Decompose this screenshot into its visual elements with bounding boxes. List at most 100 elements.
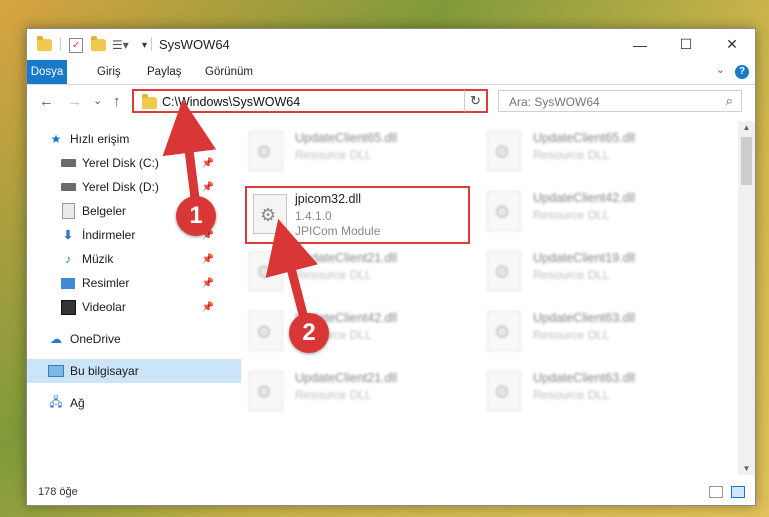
- file-type: Resource DLL: [533, 148, 610, 162]
- minimize-button[interactable]: —: [617, 29, 663, 60]
- file-type: Resource DLL: [295, 148, 372, 162]
- address-bar[interactable]: C:\Windows\SysWOW64 ⌄: [132, 89, 485, 113]
- list-item[interactable]: UpdateClient65.dll Resource DLL: [249, 127, 469, 177]
- dll-file-icon: [487, 371, 521, 411]
- explorer-window: ✓ ☰▾ ▾ SysWOW64 — ☐ ✕ Dosya Giriş Paylaş…: [26, 28, 756, 506]
- file-list: UpdateClient65.dll Resource DLL UpdateCl…: [223, 123, 735, 475]
- document-icon: [60, 203, 76, 219]
- list-item[interactable]: UpdateClient65.dll Resource DLL: [487, 127, 707, 177]
- file-name: UpdateClient42.dll: [533, 191, 636, 205]
- details-view-icon[interactable]: [709, 486, 723, 498]
- list-item[interactable]: UpdateClient63.dll Resource DLL: [487, 367, 707, 417]
- search-input[interactable]: [507, 94, 711, 110]
- file-name: UpdateClient21.dll: [295, 251, 398, 265]
- tab-gorunum[interactable]: Görünüm: [195, 60, 263, 84]
- pin-icon[interactable]: 📌: [202, 254, 214, 265]
- dll-file-icon: [487, 131, 521, 171]
- star-icon: ★: [50, 132, 62, 146]
- sidebar-item-label: İndirmeler: [82, 228, 136, 242]
- recent-locations-button[interactable]: ⌄: [93, 94, 102, 107]
- file-description: JPICom Module: [295, 224, 381, 238]
- scroll-down-icon[interactable]: ▼: [738, 464, 755, 473]
- callout-badge-2: 2: [289, 313, 329, 353]
- tab-dosya[interactable]: Dosya: [27, 60, 67, 84]
- forward-button[interactable]: →: [67, 93, 82, 110]
- close-button[interactable]: ✕: [709, 29, 755, 60]
- dll-file-icon: [249, 131, 283, 171]
- sidebar-item-network[interactable]: 🖧 Ağ: [27, 391, 241, 415]
- item-count: 178 öğe: [38, 486, 78, 498]
- highlighted-file-item[interactable]: jpicom32.dll 1.4.1.0 JPICom Module: [245, 186, 470, 244]
- pin-icon[interactable]: 📌: [202, 158, 214, 169]
- file-type: Resource DLL: [533, 208, 610, 222]
- properties-icon[interactable]: ✓: [69, 37, 83, 53]
- list-item[interactable]: UpdateClient19.dll Resource DLL: [487, 247, 707, 297]
- customize-quick-access-icon[interactable]: ☰▾: [112, 37, 129, 53]
- file-name: jpicom32.dll: [295, 192, 362, 206]
- dll-file-icon: [249, 311, 283, 351]
- download-icon: ⬇: [62, 228, 74, 242]
- sidebar-item-label: Yerel Disk (D:): [82, 180, 159, 194]
- refresh-button[interactable]: ↻: [464, 89, 488, 113]
- file-type: Resource DLL: [533, 328, 610, 342]
- folder-icon: [142, 94, 157, 109]
- file-type: Resource DLL: [533, 268, 610, 282]
- pin-icon[interactable]: 📌: [202, 302, 214, 313]
- file-type: Resource DLL: [295, 268, 372, 282]
- videos-icon: [60, 299, 76, 315]
- scroll-up-icon[interactable]: ▲: [738, 123, 755, 132]
- tab-giris[interactable]: Giriş: [87, 60, 131, 84]
- cloud-icon: ☁: [50, 332, 62, 346]
- computer-icon: [48, 364, 64, 378]
- scroll-thumb[interactable]: [741, 137, 752, 185]
- vertical-scrollbar[interactable]: ▲ ▼: [738, 121, 755, 475]
- list-item[interactable]: UpdateClient21.dll Resource DLL: [249, 247, 469, 297]
- pin-icon[interactable]: 📌: [202, 182, 214, 193]
- new-folder-icon[interactable]: [91, 36, 106, 53]
- sidebar-item-label: Resimler: [82, 276, 130, 290]
- address-path: C:\Windows\SysWOW64: [162, 95, 301, 109]
- up-button[interactable]: ↑: [113, 93, 121, 110]
- file-name: UpdateClient63.dll: [533, 311, 636, 325]
- status-bar: 178 öğe: [27, 481, 755, 505]
- sidebar-item-local-disk-c[interactable]: Yerel Disk (C:) 📌: [27, 151, 220, 175]
- help-icon[interactable]: ?: [735, 65, 749, 79]
- music-icon: ♪: [65, 252, 71, 266]
- sidebar-item-videos[interactable]: Videolar 📌: [27, 295, 220, 319]
- dll-file-icon: [249, 371, 283, 411]
- large-icons-view-icon[interactable]: [731, 486, 745, 498]
- expand-ribbon-icon[interactable]: ⌄: [716, 63, 725, 76]
- maximize-button[interactable]: ☐: [663, 29, 709, 60]
- sidebar-item-music[interactable]: ♪ Müzik 📌: [27, 247, 220, 271]
- pin-icon[interactable]: 📌: [202, 278, 214, 289]
- ribbon-tabs: Dosya Giriş Paylaş Görünüm ⌄ ?: [27, 60, 755, 85]
- navigation-pane: ★ Hızlı erişim Yerel Disk (C:) 📌 Yerel D…: [27, 123, 241, 475]
- pictures-icon: [60, 276, 76, 290]
- back-button[interactable]: ←: [39, 93, 54, 110]
- divider: [151, 37, 152, 51]
- network-icon: 🖧: [49, 394, 63, 409]
- file-type: Resource DLL: [533, 388, 610, 402]
- address-row: ← → ⌄ ↑ C:\Windows\SysWOW64 ⌄ ↻ ⌕: [27, 85, 755, 119]
- sidebar-item-this-pc[interactable]: Bu bilgisayar: [27, 359, 241, 383]
- sidebar-item-pictures[interactable]: Resimler 📌: [27, 271, 220, 295]
- search-box[interactable]: ⌕: [498, 90, 742, 112]
- sidebar-item-label: Hızlı erişim: [70, 132, 130, 146]
- list-item[interactable]: UpdateClient42.dll Resource DLL: [249, 307, 469, 357]
- file-name: UpdateClient19.dll: [533, 251, 636, 265]
- sidebar-item-quick-access[interactable]: ★ Hızlı erişim: [27, 127, 241, 151]
- list-item[interactable]: UpdateClient42.dll Resource DLL: [487, 187, 707, 237]
- callout-badge-1: 1: [176, 196, 216, 236]
- tab-paylas[interactable]: Paylaş: [137, 60, 192, 84]
- sidebar-item-onedrive[interactable]: ☁ OneDrive: [27, 327, 241, 351]
- chevron-down-icon[interactable]: ▾: [142, 37, 147, 53]
- list-item[interactable]: UpdateClient21.dll Resource DLL: [249, 367, 469, 417]
- list-item[interactable]: UpdateClient63.dll Resource DLL: [487, 307, 707, 357]
- sidebar-item-label: Belgeler: [82, 204, 127, 218]
- file-version: 1.4.1.0: [295, 209, 332, 223]
- dll-file-icon: [487, 251, 521, 291]
- sidebar-item-label: Bu bilgisayar: [70, 364, 139, 378]
- sidebar-item-label: Yerel Disk (C:): [82, 156, 159, 170]
- sidebar-item-label: OneDrive: [70, 332, 121, 346]
- sidebar-item-local-disk-d[interactable]: Yerel Disk (D:) 📌: [27, 175, 220, 199]
